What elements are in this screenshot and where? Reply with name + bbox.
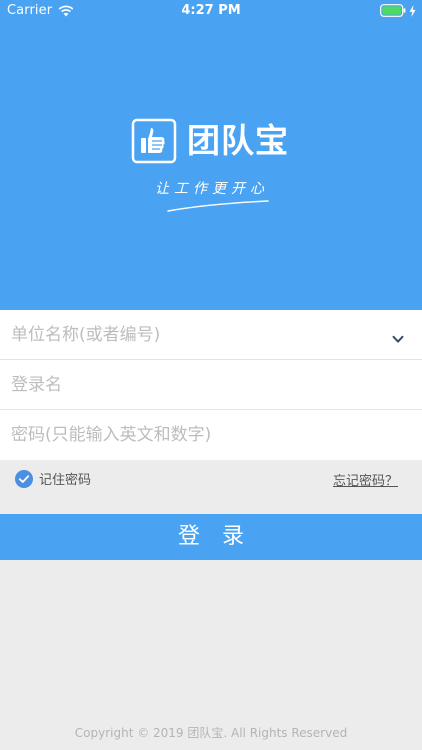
username-field xyxy=(0,360,422,410)
copyright-footer: Copyright © 2019 团队宝. All Rights Reserve… xyxy=(74,726,348,740)
status-right xyxy=(380,4,416,17)
status-time: 4:27 PM xyxy=(181,3,241,18)
password-field xyxy=(0,410,422,460)
forgot-password-link[interactable]: 忘记密码？ xyxy=(333,470,398,489)
username-input[interactable] xyxy=(0,360,422,410)
status-bar: Carrier 4:27 PM xyxy=(0,0,422,22)
brand-logo: 团队宝 xyxy=(131,118,289,164)
brand-header: 团队宝 让工作更开心 xyxy=(0,0,422,310)
remember-password-label: 记住密码 xyxy=(39,473,92,488)
checkmark-circle-icon[interactable] xyxy=(15,469,33,488)
slogan-swash-decoration xyxy=(167,200,269,212)
battery-icon xyxy=(380,4,406,17)
login-options: 记住密码 忘记密码？ xyxy=(0,462,422,494)
chevron-down-icon[interactable] xyxy=(392,329,404,343)
remember-password-toggle[interactable]: 记住密码 xyxy=(15,469,91,488)
login-form xyxy=(0,310,422,460)
slogan: 让工作更开心 xyxy=(155,181,269,197)
charging-bolt-icon xyxy=(409,4,416,17)
password-input[interactable] xyxy=(0,410,422,460)
login-button[interactable]: 登录 xyxy=(0,514,422,560)
thumbs-up-logo-icon xyxy=(131,118,177,164)
unit-field xyxy=(0,310,422,360)
unit-input[interactable] xyxy=(0,310,422,360)
app-name: 团队宝 xyxy=(187,121,289,160)
